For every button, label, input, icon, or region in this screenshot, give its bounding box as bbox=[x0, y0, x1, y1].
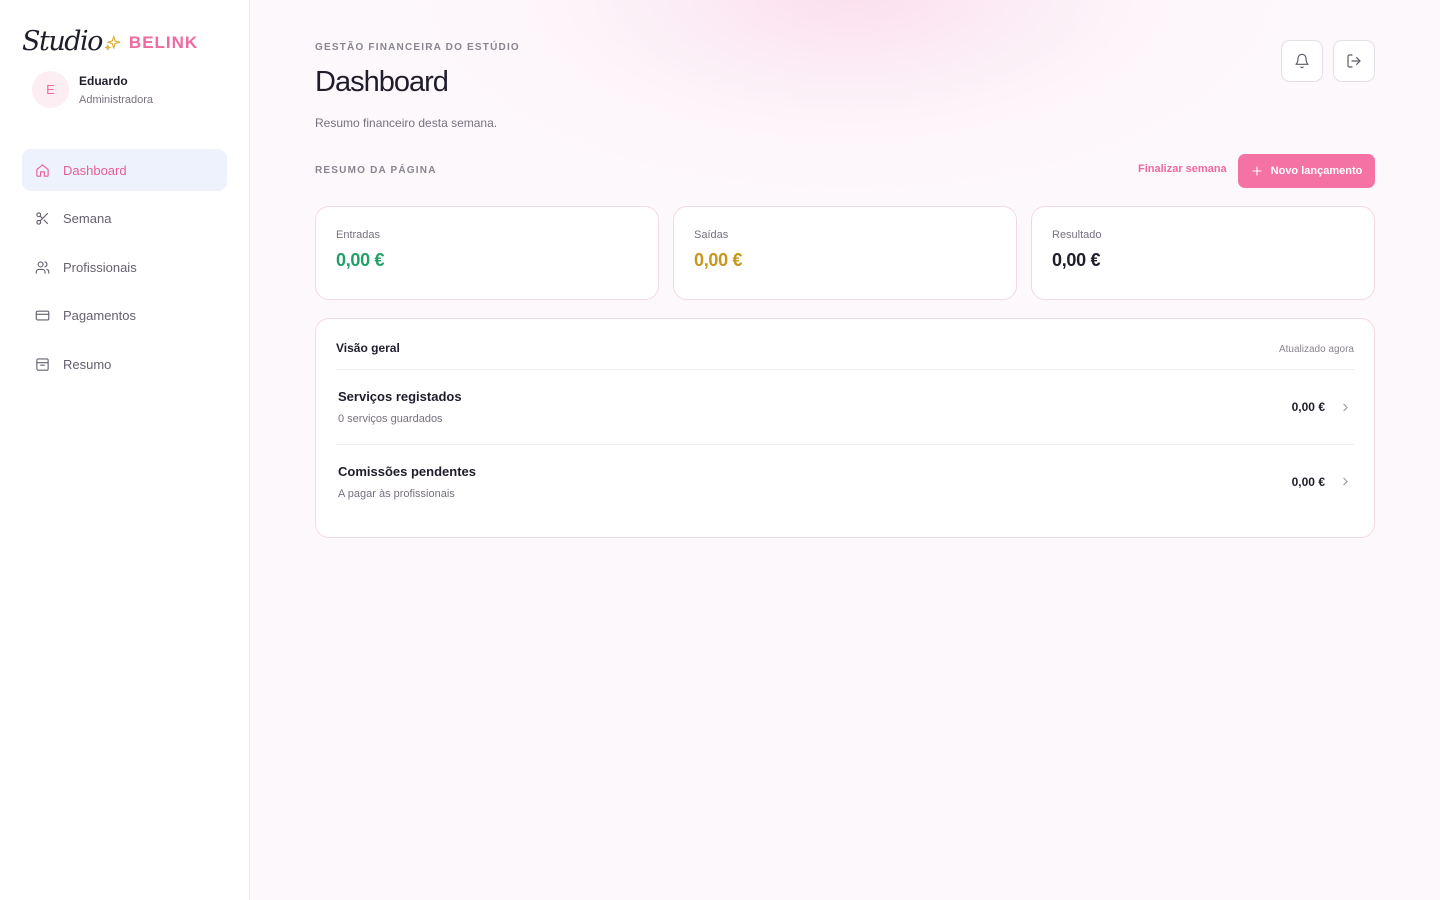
stat-card-entradas: Entradas 0,00 € bbox=[315, 206, 659, 300]
stat-label: Entradas bbox=[336, 229, 381, 241]
archive-icon bbox=[36, 357, 49, 371]
sidebar-nav: Dashboard Semana Profissionais Pagamento… bbox=[22, 149, 227, 392]
new-entry-button[interactable]: Novo lançamento bbox=[1238, 154, 1375, 188]
row-title: Comissões pendentes bbox=[338, 463, 476, 479]
list-item-servicos[interactable]: Serviços registados 0 serviços guardados… bbox=[336, 370, 1354, 444]
page-eyebrow: GESTÃO FINANCEIRA DO ESTÚDIO bbox=[315, 42, 520, 53]
overview-header: Visão geral Atualizado agora bbox=[336, 319, 1354, 370]
sidebar-item-label: Semana bbox=[63, 211, 112, 226]
row-title: Serviços registados bbox=[338, 389, 462, 404]
section-label: RESUMO DA PÁGINA bbox=[315, 165, 437, 176]
sparkle-icon bbox=[104, 34, 122, 52]
row-value: 0,00 € bbox=[1291, 400, 1325, 414]
sidebar-item-label: Dashboard bbox=[63, 162, 127, 178]
logout-button[interactable] bbox=[1333, 40, 1375, 82]
chevron-right-icon bbox=[1343, 477, 1348, 486]
row-value: 0,00 € bbox=[1291, 474, 1325, 489]
users-icon bbox=[35, 260, 50, 274]
stat-card-saidas: Saídas 0,00 € bbox=[673, 206, 1017, 300]
row-subtitle: A pagar às profissionais bbox=[338, 487, 455, 500]
finalize-week-button[interactable]: Finalizar semana bbox=[1138, 163, 1227, 175]
list-item-comissoes[interactable]: Comissões pendentes A pagar às profissio… bbox=[336, 444, 1354, 518]
plus-icon bbox=[1252, 166, 1262, 176]
sidebar-item-label: Pagamentos bbox=[63, 308, 136, 323]
logout-icon bbox=[1347, 54, 1361, 68]
avatar: E bbox=[32, 71, 69, 108]
user-name: Eduardo bbox=[79, 73, 128, 88]
page-title: Dashboard bbox=[315, 66, 449, 98]
sidebar-item-dashboard[interactable]: Dashboard bbox=[22, 149, 227, 191]
row-subtitle: 0 serviços guardados bbox=[338, 413, 443, 425]
overview-title: Visão geral bbox=[336, 341, 400, 355]
brand-logo[interactable]: Studio BELINK bbox=[22, 26, 198, 57]
sidebar: Studio BELINK E Eduardo Administradora D… bbox=[0, 0, 250, 900]
stat-value: 0,00 € bbox=[336, 250, 385, 270]
overview-updated: Atualizado agora bbox=[1278, 344, 1354, 355]
sidebar-item-semana[interactable]: Semana bbox=[22, 198, 227, 240]
stat-value: 0,00 € bbox=[1052, 250, 1101, 270]
stat-value: 0,00 € bbox=[694, 250, 743, 270]
sidebar-item-pagamentos[interactable]: Pagamentos bbox=[22, 295, 227, 337]
stat-card-resultado: Resultado 0,00 € bbox=[1031, 206, 1375, 300]
scissors-icon bbox=[36, 212, 49, 225]
notifications-button[interactable] bbox=[1281, 40, 1323, 82]
overview-card: Visão geral Atualizado agora Serviços re… bbox=[315, 318, 1375, 538]
sidebar-item-label: Resumo bbox=[63, 356, 112, 372]
stat-label: Saídas bbox=[694, 229, 729, 241]
main-content: GESTÃO FINANCEIRA DO ESTÚDIO Dashboard R… bbox=[250, 0, 1440, 900]
stat-label: Resultado bbox=[1052, 229, 1102, 241]
logo-studio-text: Studio bbox=[22, 26, 103, 57]
page-subtitle: Resumo financeiro desta semana. bbox=[315, 116, 498, 130]
sidebar-item-label: Profissionais bbox=[63, 259, 137, 275]
sidebar-item-resumo[interactable]: Resumo bbox=[22, 343, 227, 385]
new-entry-label: Novo lançamento bbox=[1270, 165, 1363, 177]
credit-card-icon bbox=[35, 310, 50, 321]
home-icon bbox=[36, 163, 49, 177]
chevron-right-icon bbox=[1343, 403, 1348, 411]
user-role: Administradora bbox=[79, 93, 153, 106]
sidebar-item-profissionais[interactable]: Profissionais bbox=[22, 246, 227, 288]
logo-belink-text: BELINK bbox=[128, 32, 199, 52]
user-profile: E Eduardo Administradora bbox=[32, 71, 153, 108]
bell-icon bbox=[1295, 53, 1309, 69]
